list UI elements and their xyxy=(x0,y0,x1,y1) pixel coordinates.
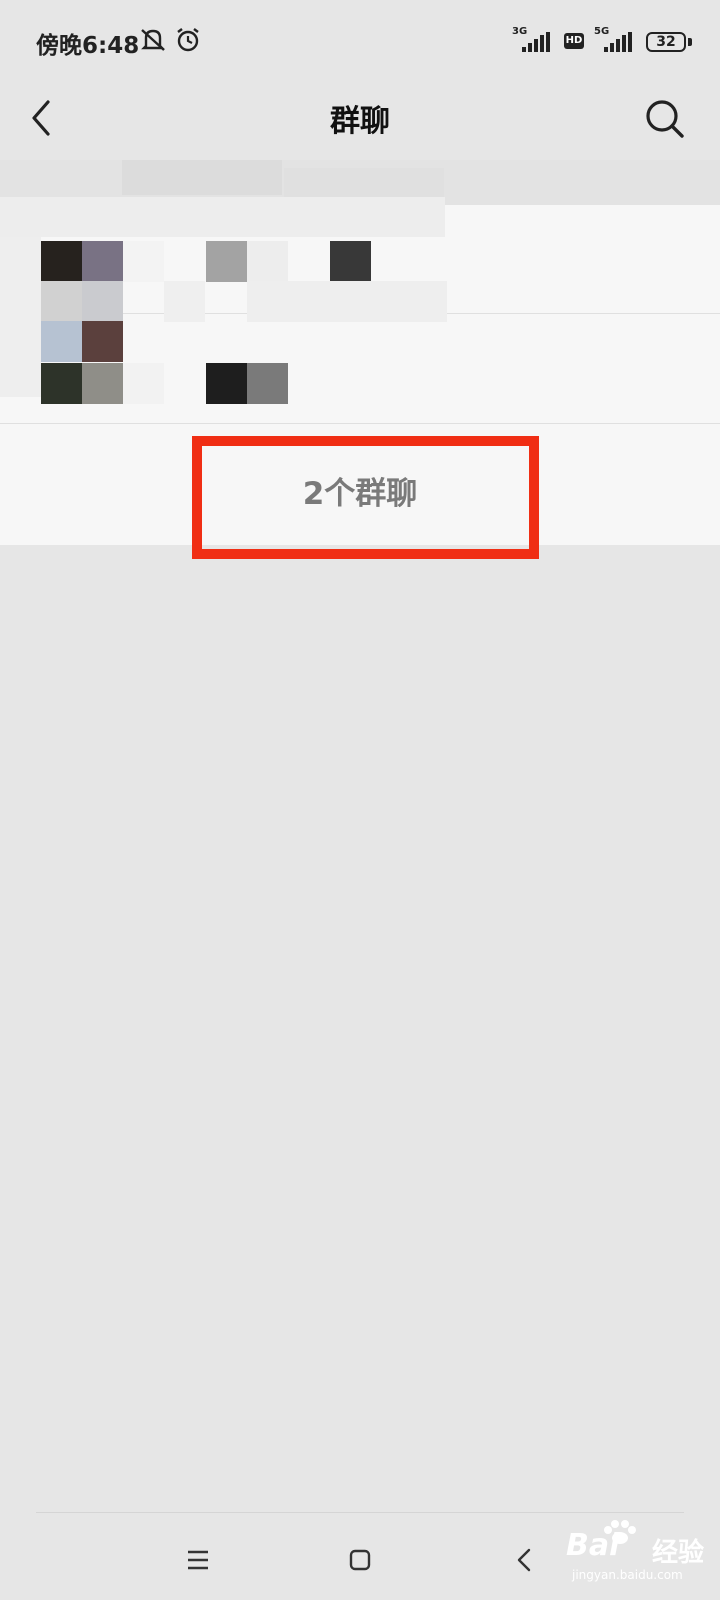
signal-icon xyxy=(522,32,550,52)
avatar-mosaic xyxy=(164,281,205,322)
avatar-mosaic xyxy=(247,281,447,322)
alarm-icon xyxy=(177,28,199,52)
status-right: 3G HD 5G 32 xyxy=(512,26,692,56)
status-time: 傍晚6:48 xyxy=(36,33,140,59)
watermark-brand: Bai xyxy=(566,1528,620,1563)
avatar-mosaic xyxy=(247,363,288,404)
avatar-mosaic xyxy=(123,241,164,282)
avatar-mosaic xyxy=(82,281,123,322)
menu-button[interactable] xyxy=(178,1540,218,1580)
battery-icon: 32 xyxy=(646,32,686,52)
watermark-url: jingyan.baidu.com xyxy=(572,1568,683,1582)
avatar-mosaic xyxy=(41,241,82,282)
menu-icon xyxy=(188,1550,208,1570)
avatar-mosaic xyxy=(82,363,123,404)
watermark: Bai 经验 jingyan.baidu.com xyxy=(556,1520,706,1590)
avatar-mosaic xyxy=(247,241,288,282)
battery-tip xyxy=(688,38,692,46)
home-button[interactable] xyxy=(340,1540,380,1580)
avatar-mosaic xyxy=(330,241,371,282)
avatar-mosaic xyxy=(123,363,164,404)
group-count-label: 2个群聊 xyxy=(302,476,418,512)
search-icon xyxy=(646,100,684,138)
avatar-mosaic xyxy=(82,241,123,282)
hd-badge: HD xyxy=(564,33,584,49)
divider xyxy=(36,1512,684,1513)
signal-icon xyxy=(604,32,632,52)
back-icon xyxy=(517,1548,531,1572)
avatar-mosaic xyxy=(41,321,82,362)
page-title: 群聊 xyxy=(330,104,390,139)
avatar-mosaic xyxy=(206,363,247,404)
home-icon xyxy=(349,1549,371,1571)
watermark-suffix: 经验 xyxy=(652,1538,705,1568)
avatar-mosaic xyxy=(206,241,247,282)
status-bar: 傍晚6:48 3G HD 5G 32 xyxy=(0,0,720,84)
search-button[interactable] xyxy=(640,92,692,144)
mosaic-block xyxy=(0,237,41,397)
divider xyxy=(0,423,720,424)
header-bar: 群聊 xyxy=(0,84,720,154)
avatar-mosaic xyxy=(82,321,123,362)
mosaic-block xyxy=(122,160,282,195)
mosaic-block xyxy=(0,197,445,237)
system-back-button[interactable] xyxy=(505,1540,545,1580)
avatar-mosaic xyxy=(41,281,82,322)
avatar-mosaic xyxy=(41,363,82,404)
mute-icon xyxy=(141,29,165,51)
